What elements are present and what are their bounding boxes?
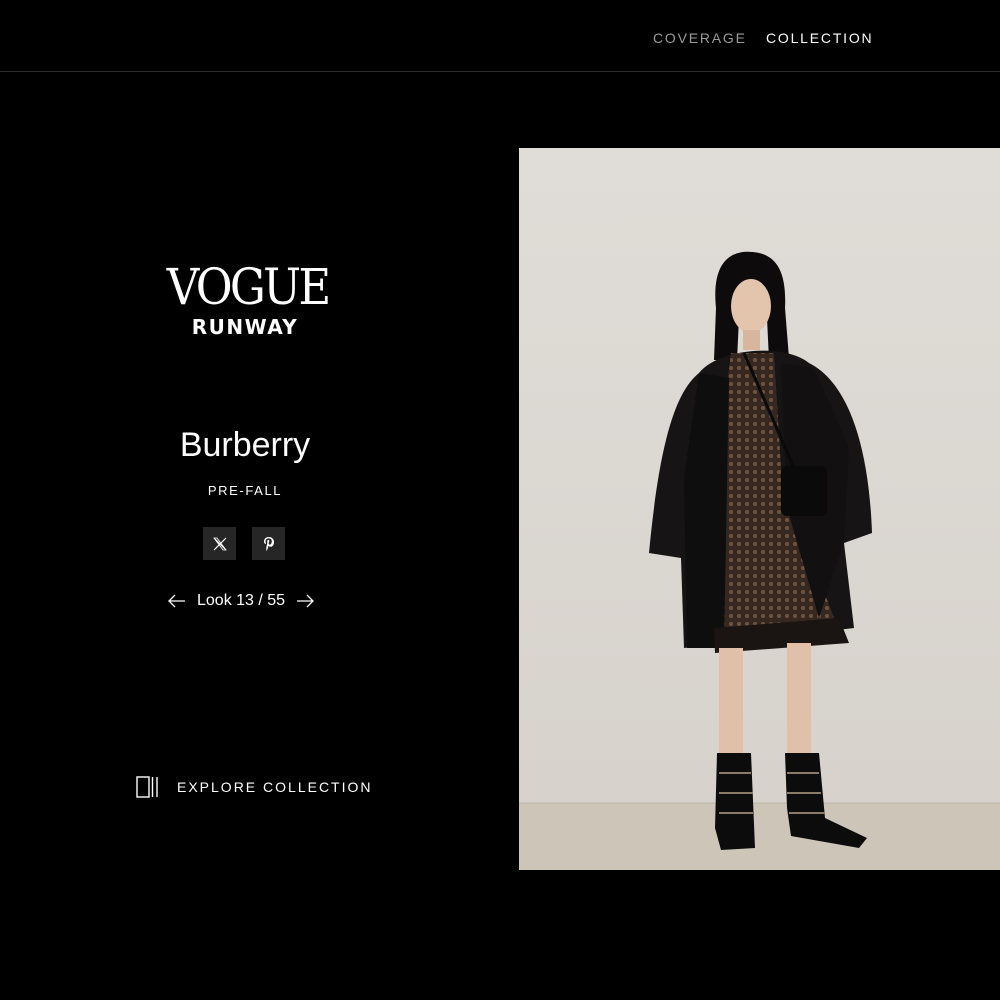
vogue-runway-logo[interactable]: VOGUE RUNWAY [158, 262, 332, 339]
look-counter: Look 13 / 55 [197, 592, 286, 609]
arrow-left-icon [168, 594, 185, 608]
top-navigation: COVERAGE COLLECTION [0, 0, 1000, 72]
next-look-button[interactable] [293, 590, 317, 612]
share-pinterest-button[interactable] [252, 527, 285, 560]
previous-look-button[interactable] [165, 590, 189, 612]
logo-vogue-text: VOGUE [166, 258, 332, 316]
look-navigation: Look 13 / 55 [165, 590, 317, 612]
season-label: PRE-FALL [207, 483, 283, 498]
designer-title: Burberry [179, 426, 311, 464]
pinterest-icon [263, 536, 274, 551]
runway-photo-illustration [519, 148, 1000, 870]
nav-coverage-link[interactable]: COVERAGE [653, 30, 747, 46]
explore-collection-label: EXPLORE COLLECTION [177, 779, 373, 795]
logo-runway-text: RUNWAY [191, 315, 299, 339]
explore-collection-button[interactable]: EXPLORE COLLECTION [136, 776, 373, 798]
collection-grid-icon [136, 776, 158, 798]
share-x-button[interactable] [203, 527, 236, 560]
x-icon [212, 537, 227, 550]
arrow-right-icon [297, 594, 314, 608]
runway-look-photo[interactable] [519, 148, 1000, 870]
nav-collection-link[interactable]: COLLECTION [766, 30, 873, 46]
